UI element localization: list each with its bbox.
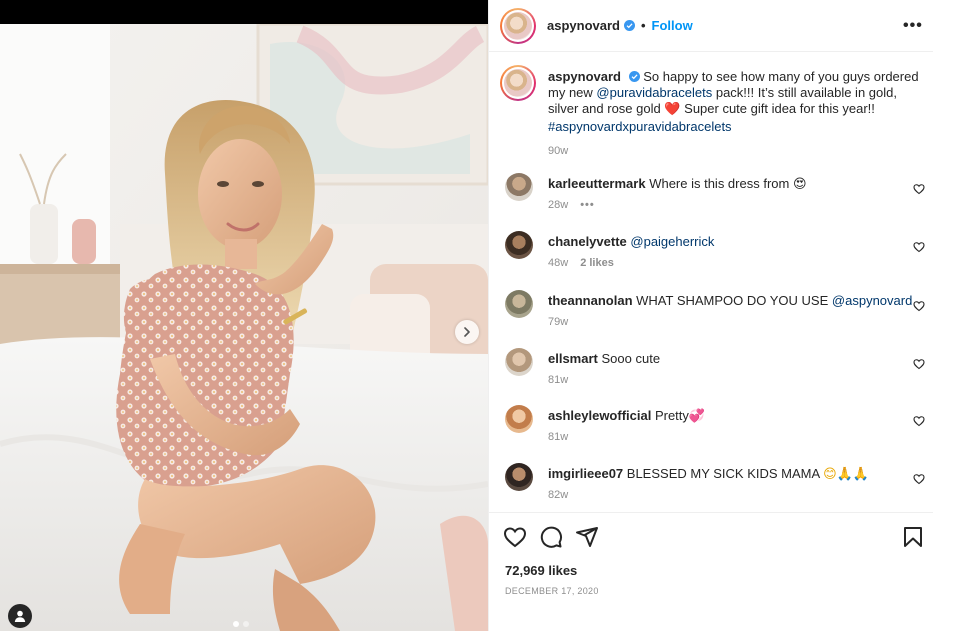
caption-text-part: Super cute gift idea for this year!! [680, 101, 875, 117]
comment-timestamp: 28w [548, 199, 569, 211]
comment-mention-link[interactable]: @paigeherrick [630, 234, 714, 249]
like-comment-heart-icon[interactable] [913, 183, 925, 195]
comment-meta: 79w [548, 316, 568, 328]
comment-body: Where is this dress from [649, 176, 790, 191]
post-author: aspynovard • Follow [547, 18, 693, 33]
woman-on-bed-image [0, 24, 488, 631]
like-comment-heart-icon[interactable] [913, 358, 925, 370]
post-details-panel: aspynovard • Follow ••• aspynovard So ha… [488, 0, 933, 631]
verified-badge-icon [628, 71, 640, 82]
comment-timestamp: 82w [548, 489, 569, 501]
commenter-avatar[interactable] [505, 231, 533, 259]
comment-item: karleeuttermark Where is this dress from… [505, 173, 925, 213]
comment-item: ashleylewofficial Pretty💞 81w [505, 405, 925, 445]
caption-username[interactable]: aspynovard [548, 69, 621, 84]
comment-meta: 81w [548, 431, 568, 443]
commenter-username[interactable]: chanelyvette [548, 234, 627, 249]
bookmark-icon[interactable] [901, 525, 925, 549]
post-photo-panel [0, 0, 488, 631]
photo-top-bar [0, 0, 488, 24]
caption-timestamp: 90w [548, 144, 569, 157]
comment-emoji: 💞 [688, 409, 706, 424]
post-photo[interactable] [0, 24, 488, 631]
comment-emoji: 😊🙏🙏 [823, 467, 869, 482]
comment-body: WHAT SHAMPOO DO YOU USE [636, 293, 829, 308]
comment-text: theannanolan WHAT SHAMPOO DO YOU USE @as… [548, 293, 912, 309]
caption-mention-link[interactable]: @puravidabracelets [596, 85, 712, 100]
commenter-avatar[interactable] [505, 463, 533, 491]
commenter-username[interactable]: ashleylewofficial [548, 408, 651, 423]
commenter-avatar[interactable] [505, 173, 533, 201]
comment-timestamp: 81w [548, 431, 569, 443]
more-options-button[interactable]: ••• [903, 18, 923, 34]
like-comment-heart-icon[interactable] [913, 241, 925, 253]
comment-timestamp: 81w [548, 374, 569, 386]
comment-likes-link[interactable]: 2 likes [580, 257, 614, 269]
commenter-avatar[interactable] [505, 348, 533, 376]
tagged-users-button[interactable] [8, 604, 32, 628]
commenter-avatar[interactable] [505, 290, 533, 318]
verified-badge-icon [623, 20, 635, 31]
carousel-dot [243, 621, 249, 627]
commenter-username[interactable]: karleeuttermark [548, 176, 646, 191]
post-actions: 72,969 likes December 17, 2020 [489, 512, 933, 631]
like-comment-heart-icon[interactable] [913, 300, 925, 312]
comment-text: ashleylewofficial Pretty💞 [548, 408, 908, 425]
comment-options-button[interactable]: ••• [580, 199, 595, 211]
comment-text: chanelyvette @paigeherrick [548, 234, 908, 250]
comment-emoji: 😍 [792, 177, 807, 192]
comment-item: chanelyvette @paigeherrick 48w 2 likes [505, 231, 925, 271]
author-username-link[interactable]: aspynovard [547, 18, 620, 33]
comment-body: Sooo cute [601, 351, 661, 366]
caption-text: aspynovard So happy to see how many of y… [548, 69, 920, 159]
heart-icon[interactable] [503, 525, 527, 549]
comment-text: ellsmart Sooo cute [548, 351, 908, 367]
commenter-username[interactable]: ellsmart [548, 351, 598, 366]
user-icon [14, 610, 26, 622]
caption-author-avatar[interactable] [500, 65, 536, 101]
likes-count[interactable]: 72,969 likes [505, 563, 577, 578]
comment-item: imgirlieee07 BLESSED MY SICK KIDS MAMA 😊… [505, 463, 925, 503]
comment-item: theannanolan WHAT SHAMPOO DO YOU USE @as… [505, 290, 925, 330]
comment-text: karleeuttermark Where is this dress from… [548, 176, 908, 193]
author-avatar[interactable] [500, 8, 536, 44]
commenter-username[interactable]: imgirlieee07 [548, 466, 623, 481]
comment-icon[interactable] [539, 525, 563, 549]
next-photo-button[interactable] [455, 320, 479, 344]
comment-body: Pretty [654, 408, 689, 423]
commenter-avatar[interactable] [505, 405, 533, 433]
comment-meta: 82w [548, 489, 568, 501]
comments-list[interactable]: aspynovard So happy to see how many of y… [489, 53, 933, 511]
comment-item: ellsmart Sooo cute 81w [505, 348, 925, 388]
caption-hashtag-link[interactable]: #aspynovardxpuravidabracelets [548, 119, 732, 134]
heart-emoji: ❤️ [664, 102, 681, 118]
comment-meta: 28w ••• [548, 199, 595, 211]
comment-timestamp: 79w [548, 316, 569, 328]
like-comment-heart-icon[interactable] [913, 473, 925, 485]
follow-button[interactable]: Follow [652, 18, 693, 33]
post-date: December 17, 2020 [505, 586, 599, 596]
comment-meta: 81w [548, 374, 568, 386]
post-caption: aspynovard So happy to see how many of y… [500, 65, 925, 157]
post-header: aspynovard • Follow ••• [489, 0, 933, 52]
chevron-right-icon [464, 327, 470, 337]
share-icon[interactable] [575, 525, 599, 549]
comment-mention-link[interactable]: @aspynovard [832, 293, 912, 308]
comment-text: imgirlieee07 BLESSED MY SICK KIDS MAMA 😊… [548, 466, 908, 483]
comment-meta: 48w 2 likes [548, 257, 614, 269]
commenter-username[interactable]: theannanolan [548, 293, 633, 308]
carousel-indicator [233, 621, 249, 627]
like-comment-heart-icon[interactable] [913, 415, 925, 427]
comment-body: BLESSED MY SICK KIDS MAMA [626, 466, 820, 481]
comment-timestamp: 48w [548, 257, 569, 269]
header-separator: • [640, 18, 646, 33]
carousel-dot-active [233, 621, 239, 627]
